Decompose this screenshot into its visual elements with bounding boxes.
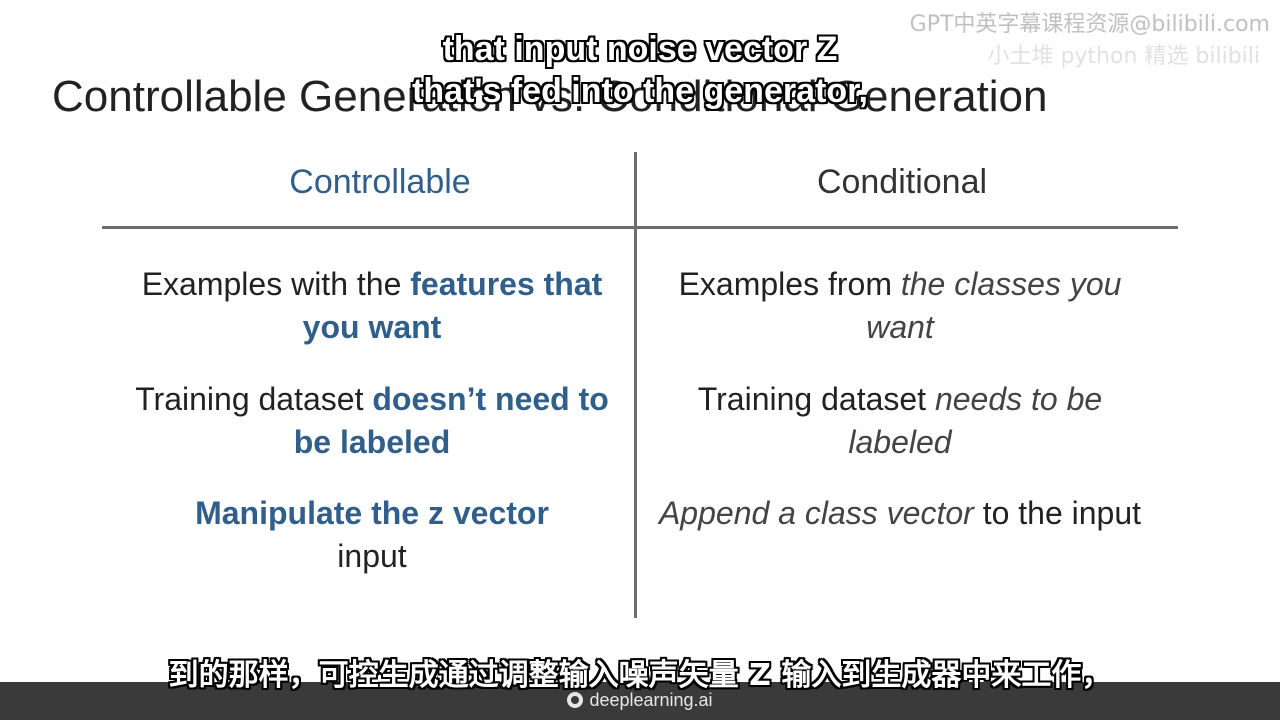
cell-controllable-dataset: Training dataset doesn’t need to be labe… xyxy=(122,378,622,464)
column-header-conditional: Conditional xyxy=(816,163,988,201)
subtitle-english-line-1: that input noise vector Z xyxy=(442,30,838,68)
cell-controllable-examples: Examples with the features that you want xyxy=(122,263,622,349)
cell-text: Examples from xyxy=(678,266,901,302)
cell-conditional-dataset: Training dataset needs to be labeled xyxy=(650,378,1150,464)
cell-text: Training dataset xyxy=(697,381,935,417)
column-header-controllable: Controllable xyxy=(289,163,471,201)
subtitle-english-line-2: that's fed into the generator, xyxy=(412,72,868,110)
cell-controllable-input: Manipulate the z vector input xyxy=(122,492,622,578)
horizontal-divider xyxy=(102,226,1178,229)
deeplearning-logo-icon xyxy=(567,692,584,708)
cell-conditional-input: Append a class vector to the input xyxy=(650,492,1150,535)
cell-text: to the input xyxy=(973,495,1142,531)
cell-italic: the classes you want xyxy=(866,266,1122,345)
cell-italic: Append a class vector xyxy=(658,495,974,531)
cell-text: Examples with the xyxy=(141,266,411,302)
brand-name: deeplearning.ai xyxy=(589,690,713,710)
cell-highlight: Manipulate the z vector xyxy=(195,495,549,531)
cell-text: input xyxy=(337,538,407,574)
brand-footer: deeplearning.ai xyxy=(0,690,1280,711)
cell-text: Training dataset xyxy=(135,381,373,417)
vertical-divider xyxy=(634,152,637,618)
video-frame: GPT中英字幕课程资源@bilibili.com 小土堆 python 精选 b… xyxy=(0,0,1280,720)
cell-conditional-examples: Examples from the classes you want xyxy=(650,263,1150,349)
subtitle-english: that input noise vector Z that's fed int… xyxy=(0,28,1280,112)
